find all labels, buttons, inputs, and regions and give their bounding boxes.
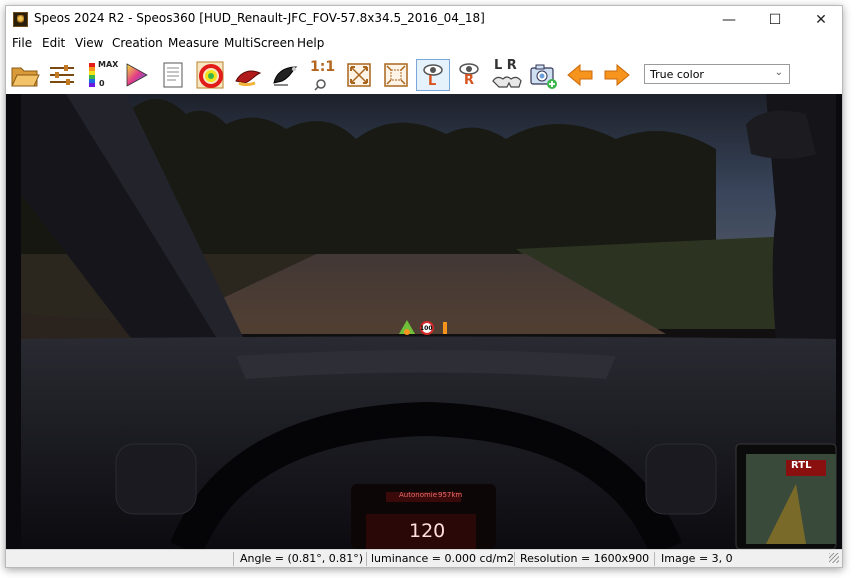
brush-black-icon[interactable] (269, 59, 301, 91)
menu-file[interactable]: File (12, 36, 32, 50)
arrow-left-icon[interactable] (564, 59, 596, 91)
window-title: Speos 2024 R2 - Speos360 [HUD_Renault-JF… (34, 11, 485, 25)
status-image: Image = 3, 0 (661, 552, 733, 565)
menu-creation[interactable]: Creation (112, 36, 163, 50)
color-wheel-icon[interactable] (194, 59, 226, 91)
dash-range: 957km (438, 491, 463, 499)
dash-speed: 120 (409, 520, 446, 542)
resize-grip-icon[interactable] (829, 553, 839, 563)
paint-brush-icon[interactable] (232, 59, 264, 91)
dash-small-text: Autonomie (399, 491, 438, 499)
status-bar: Angle = (0.81°, 0.81°) luminance = 0.000… (6, 549, 842, 567)
status-luminance: luminance = 0.000 cd/m2 (371, 552, 514, 565)
status-separator (233, 552, 234, 566)
max-label: MAX (98, 60, 119, 69)
stereo-glasses-icon[interactable]: L R (490, 58, 524, 91)
maximize-button[interactable]: ☐ (752, 6, 798, 33)
chevron-down-icon: ⌄ (774, 67, 783, 78)
arrow-right-icon[interactable] (601, 59, 633, 91)
fit-region-icon[interactable] (380, 59, 412, 91)
status-separator (514, 552, 515, 566)
color-mode-value: True color (650, 68, 704, 81)
menu-edit[interactable]: Edit (42, 36, 65, 50)
levels-icon[interactable] (46, 59, 78, 91)
color-mode-select[interactable]: True color ⌄ (644, 64, 790, 84)
menu-bar: File Edit View Creation Measure MultiScr… (6, 35, 842, 53)
status-resolution: Resolution = 1600x900 (520, 552, 650, 565)
status-separator (654, 552, 655, 566)
menu-multiscreen[interactable]: MultiScreen (224, 36, 295, 50)
eye-right-icon[interactable]: R (453, 59, 485, 91)
menu-measure[interactable]: Measure (168, 36, 219, 50)
hud-speed-limit: 100 (420, 325, 433, 332)
camera-add-icon[interactable] (527, 59, 559, 91)
close-button[interactable]: ✕ (798, 6, 842, 33)
speos-app-icon (13, 12, 28, 27)
image-viewport[interactable]: 100 Autonomie 957km 120 RTL (6, 94, 842, 549)
eye-right-letter: R (464, 73, 475, 88)
zoom-one-to-one-icon[interactable]: 1:1 (306, 59, 338, 91)
radio-label: RTL (791, 460, 812, 471)
zero-label: 0 (99, 79, 105, 88)
title-bar: Speos 2024 R2 - Speos360 [HUD_Renault-JF… (6, 6, 842, 33)
menu-help[interactable]: Help (297, 36, 324, 50)
minimize-button[interactable]: — (706, 6, 752, 33)
app-window: Speos 2024 R2 - Speos360 [HUD_Renault-JF… (5, 5, 843, 568)
menu-view[interactable]: View (75, 36, 103, 50)
color-triangle-icon[interactable] (120, 59, 152, 91)
status-angle: Angle = (0.81°, 0.81°) (240, 552, 364, 565)
document-icon[interactable] (157, 59, 189, 91)
open-folder-icon[interactable] (9, 59, 41, 91)
hud-scene-image (6, 94, 842, 549)
eye-left-letter: L (428, 74, 437, 89)
fit-all-icon[interactable] (343, 59, 375, 91)
eye-left-icon[interactable]: L (416, 59, 450, 91)
color-scale-max-icon[interactable]: MAX 0 (84, 59, 119, 91)
status-separator (366, 552, 367, 566)
